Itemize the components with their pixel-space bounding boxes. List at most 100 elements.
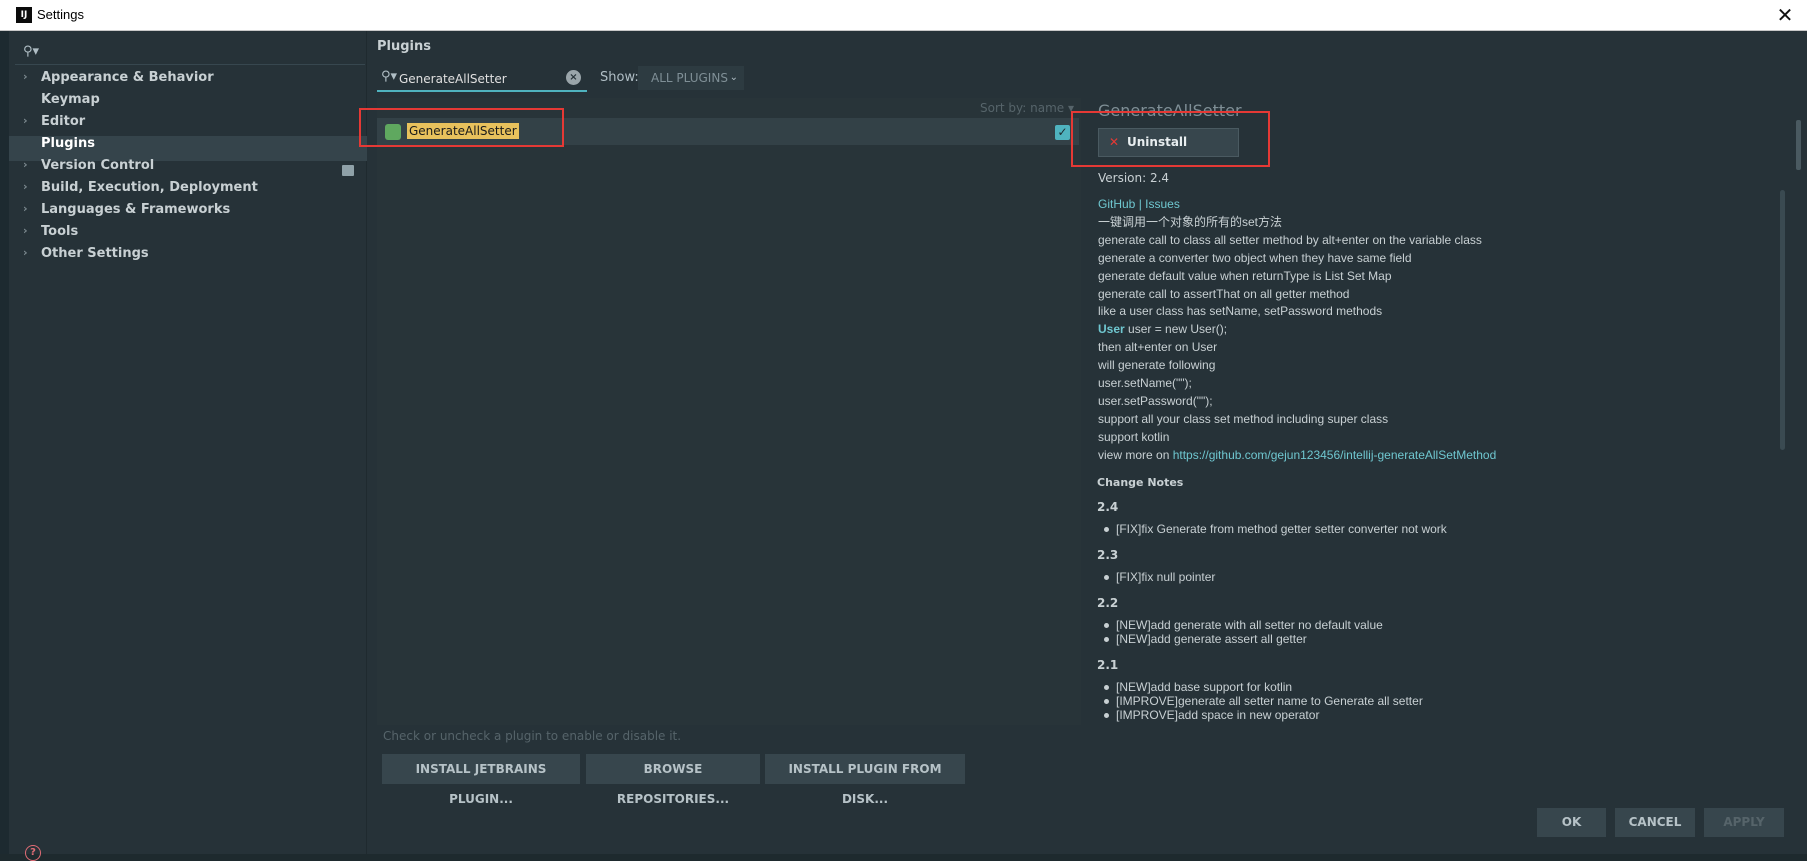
sidebar-item-label: Plugins — [41, 136, 95, 151]
change-notes-version: 2.4 — [1097, 500, 1119, 514]
change-note-item: [IMPROVE]add space in new operator — [1104, 708, 1319, 722]
description-line: then alt+enter on User — [1098, 340, 1218, 355]
user-keyword: User — [1098, 322, 1125, 337]
chevron-down-icon: ⌄ — [729, 72, 738, 83]
page-title: Plugins — [377, 39, 431, 54]
search-icon: ⚲▾ — [381, 69, 398, 84]
ok-button[interactable]: OK — [1537, 808, 1606, 837]
sidebar-item-label: Build, Execution, Deployment — [41, 180, 258, 195]
clear-search-icon[interactable]: × — [566, 70, 581, 85]
plugin-description: GitHub | Issues 一键调用一个对象的所有的set方法 genera… — [1098, 196, 1778, 465]
change-notes-version: 2.1 — [1097, 658, 1119, 672]
settings-window: IJ Settings ✕ ⚲▾ › Appearance & Behavior… — [0, 0, 1807, 861]
bullet-icon — [1104, 685, 1109, 691]
chevron-right-icon: › — [23, 158, 28, 171]
bullet-icon — [1104, 637, 1109, 643]
user-line-rest: user = new User(); — [1124, 322, 1228, 337]
install-plugin-from-disk-button[interactable]: INSTALL PLUGIN FROM DISK... — [765, 754, 965, 806]
github-link[interactable]: GitHub — [1098, 197, 1135, 211]
description-line: generate a converter two object when the… — [1098, 250, 1412, 265]
project-settings-icon — [342, 165, 354, 176]
repository-link[interactable]: https://github.com/gejun123456/intellij-… — [1173, 448, 1497, 462]
browse-repositories-button[interactable]: BROWSE REPOSITORIES... — [586, 754, 760, 806]
chevron-right-icon: › — [23, 180, 28, 193]
change-note-item: [NEW]add generate with all setter no def… — [1104, 618, 1383, 632]
sidebar-search-input[interactable]: ⚲▾ — [15, 41, 365, 65]
change-note-item: [NEW]add base support for kotlin — [1104, 680, 1292, 694]
show-filter-value: ALL PLUGINS — [651, 71, 728, 85]
apply-button[interactable]: APPLY — [1704, 808, 1784, 837]
sidebar-item-label: Appearance & Behavior — [41, 70, 214, 85]
annotation-highlight-plugin — [359, 108, 564, 147]
change-note-text: [NEW]add generate assert all getter — [1116, 632, 1307, 646]
sidebar-item-label: Languages & Frameworks — [41, 202, 231, 217]
background-editor-edge — [0, 31, 9, 854]
install-jetbrains-plugin-button[interactable]: INSTALL JETBRAINS PLUGIN... — [382, 754, 580, 806]
settings-sidebar: ⚲▾ › Appearance & Behavior Keymap › Edit… — [9, 31, 367, 861]
plugin-hint-text: Check or uncheck a plugin to enable or d… — [383, 729, 682, 743]
bullet-icon — [1104, 527, 1109, 533]
description-line: generate default value when returnType i… — [1098, 268, 1392, 283]
sidebar-item-label: Keymap — [41, 92, 100, 107]
search-icon: ⚲▾ — [23, 44, 40, 59]
chevron-right-icon: › — [23, 70, 28, 83]
description-line: 一键调用一个对象的所有的set方法 — [1098, 214, 1283, 229]
window-title: Settings — [37, 7, 84, 22]
link-separator: | — [1135, 197, 1146, 211]
change-note-text: [NEW]add base support for kotlin — [1116, 680, 1293, 694]
change-note-text: [IMPROVE]add space in new operator — [1116, 708, 1320, 722]
plugin-search-box[interactable]: ⚲▾ × — [377, 66, 587, 92]
window-scrollbar[interactable] — [1796, 120, 1801, 170]
plugin-list — [377, 98, 1081, 725]
change-note-item: [FIX]fix Generate from method getter set… — [1104, 522, 1447, 536]
chevron-right-icon: › — [23, 224, 28, 237]
plugin-enabled-checkbox[interactable]: ✓ — [1055, 125, 1070, 140]
change-notes-version: 2.3 — [1097, 548, 1119, 562]
issues-link[interactable]: Issues — [1145, 197, 1180, 211]
change-notes-title: Change Notes — [1097, 476, 1184, 489]
description-line: view more on https://github.com/gejun123… — [1098, 447, 1778, 465]
change-notes-version: 2.2 — [1097, 596, 1119, 610]
change-note-text: [NEW]add generate with all setter no def… — [1116, 618, 1383, 632]
plugin-search-input[interactable] — [399, 70, 559, 88]
bullet-icon — [1104, 713, 1109, 719]
description-line: will generate following — [1098, 358, 1216, 373]
details-scrollbar[interactable] — [1780, 190, 1785, 450]
description-line: generate call to assertThat on all gette… — [1098, 286, 1350, 301]
plugin-links: GitHub | Issues — [1098, 196, 1778, 214]
show-filter-dropdown[interactable]: ALL PLUGINS ⌄ — [638, 66, 744, 90]
plugin-version: Version: 2.4 — [1098, 171, 1170, 185]
change-note-item: [IMPROVE]generate all setter name to Gen… — [1104, 694, 1423, 708]
close-button[interactable]: ✕ — [1770, 3, 1800, 27]
change-note-item: [NEW]add generate assert all getter — [1104, 632, 1307, 646]
description-line: like a user class has setName, setPasswo… — [1098, 304, 1383, 319]
sort-by-dropdown[interactable]: Sort by: name ▾ — [980, 101, 1074, 115]
sidebar-item-other-settings[interactable]: › Other Settings — [9, 246, 367, 271]
view-more-prefix: view more on — [1098, 447, 1173, 462]
bullet-icon — [1104, 699, 1109, 705]
description-line: user.setName(""); — [1098, 376, 1192, 391]
chevron-right-icon: › — [23, 246, 28, 259]
show-filter-label: Show: — [600, 70, 639, 85]
sidebar-item-label: Other Settings — [41, 246, 149, 261]
change-note-text: [FIX]fix null pointer — [1116, 570, 1216, 584]
help-icon[interactable]: ? — [25, 845, 41, 861]
description-line: generate call to class all setter method… — [1098, 232, 1482, 247]
sidebar-item-label: Editor — [41, 114, 86, 129]
chevron-right-icon: › — [23, 202, 28, 215]
title-bar: IJ Settings ✕ — [0, 0, 1807, 31]
change-note-item: [FIX]fix null pointer — [1104, 570, 1215, 584]
sidebar-item-label: Tools — [41, 224, 79, 239]
bullet-icon — [1104, 575, 1109, 581]
bullet-icon — [1104, 623, 1109, 629]
sidebar-item-label: Version Control — [41, 158, 155, 173]
chevron-right-icon: › — [23, 114, 28, 127]
description-line: user.setPassword(""); — [1098, 393, 1213, 408]
intellij-logo-icon: IJ — [16, 7, 32, 23]
description-line: support all your class set method includ… — [1098, 411, 1389, 426]
description-line: User user = new User(); — [1098, 321, 1778, 339]
annotation-highlight-uninstall — [1071, 111, 1270, 167]
cancel-button[interactable]: CANCEL — [1615, 808, 1695, 837]
change-note-text: [FIX]fix Generate from method getter set… — [1116, 522, 1447, 536]
change-note-text: [IMPROVE]generate all setter name to Gen… — [1116, 694, 1423, 708]
